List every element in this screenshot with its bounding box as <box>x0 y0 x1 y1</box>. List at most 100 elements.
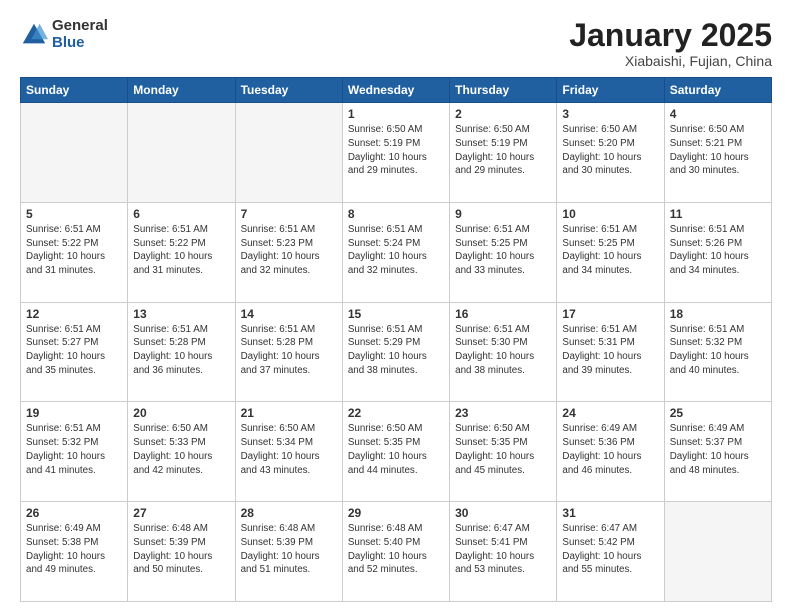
day-info: Sunrise: 6:51 AM Sunset: 5:32 PM Dayligh… <box>26 422 122 477</box>
calendar-cell: 18 Sunrise: 6:51 AM Sunset: 5:32 PM Dayli… <box>664 302 771 402</box>
calendar-cell: 23 Sunrise: 6:50 AM Sunset: 5:35 PM Dayli… <box>450 402 557 502</box>
day-number: 29 <box>348 506 444 520</box>
day-number: 11 <box>670 207 766 221</box>
calendar-cell: 8 Sunrise: 6:51 AM Sunset: 5:24 PM Daylig… <box>342 202 449 302</box>
day-number: 8 <box>348 207 444 221</box>
day-number: 22 <box>348 406 444 420</box>
calendar-cell: 7Sunrise: 6:51 AM Sunset: 5:23 PM Daylig… <box>235 202 342 302</box>
day-number: 17 <box>562 307 658 321</box>
day-info: Sunrise: 6:50 AM Sunset: 5:35 PM Dayligh… <box>455 422 551 477</box>
calendar-week-4: 26Sunrise: 6:49 AM Sunset: 5:38 PM Dayli… <box>21 502 772 602</box>
calendar-body: 1 Sunrise: 6:50 AM Sunset: 5:19 PM Daylig… <box>21 103 772 602</box>
calendar-cell: 3 Sunrise: 6:50 AM Sunset: 5:20 PM Daylig… <box>557 103 664 203</box>
day-info: Sunrise: 6:49 AM Sunset: 5:36 PM Dayligh… <box>562 422 658 477</box>
calendar-cell: 26Sunrise: 6:49 AM Sunset: 5:38 PM Dayli… <box>21 502 128 602</box>
calendar-cell: 2 Sunrise: 6:50 AM Sunset: 5:19 PM Daylig… <box>450 103 557 203</box>
day-number: 13 <box>133 307 229 321</box>
day-number: 12 <box>26 307 122 321</box>
day-info: Sunrise: 6:48 AM Sunset: 5:40 PM Dayligh… <box>348 522 444 577</box>
day-number: 23 <box>455 406 551 420</box>
calendar-cell: 16Sunrise: 6:51 AM Sunset: 5:30 PM Dayli… <box>450 302 557 402</box>
weekday-header-friday: Friday <box>557 78 664 103</box>
day-info: Sunrise: 6:51 AM Sunset: 5:24 PM Dayligh… <box>348 223 444 278</box>
weekday-header-saturday: Saturday <box>664 78 771 103</box>
day-info: Sunrise: 6:51 AM Sunset: 5:30 PM Dayligh… <box>455 323 551 378</box>
calendar-cell: 14Sunrise: 6:51 AM Sunset: 5:28 PM Dayli… <box>235 302 342 402</box>
day-info: Sunrise: 6:51 AM Sunset: 5:22 PM Dayligh… <box>133 223 229 278</box>
day-number: 6 <box>133 207 229 221</box>
header: General Blue January 2025 Xiabaishi, Fuj… <box>20 18 772 69</box>
calendar-cell: 27 Sunrise: 6:48 AM Sunset: 5:39 PM Dayli… <box>128 502 235 602</box>
day-info: Sunrise: 6:51 AM Sunset: 5:32 PM Dayligh… <box>670 323 766 378</box>
calendar-cell: 9 Sunrise: 6:51 AM Sunset: 5:25 PM Daylig… <box>450 202 557 302</box>
calendar-cell: 22 Sunrise: 6:50 AM Sunset: 5:35 PM Dayli… <box>342 402 449 502</box>
calendar-cell <box>235 103 342 203</box>
weekday-header-monday: Monday <box>128 78 235 103</box>
day-number: 27 <box>133 506 229 520</box>
day-number: 14 <box>241 307 337 321</box>
day-info: Sunrise: 6:51 AM Sunset: 5:29 PM Dayligh… <box>348 323 444 378</box>
day-info: Sunrise: 6:47 AM Sunset: 5:42 PM Dayligh… <box>562 522 658 577</box>
day-number: 30 <box>455 506 551 520</box>
day-info: Sunrise: 6:49 AM Sunset: 5:37 PM Dayligh… <box>670 422 766 477</box>
day-number: 2 <box>455 107 551 121</box>
calendar-cell: 1 Sunrise: 6:50 AM Sunset: 5:19 PM Daylig… <box>342 103 449 203</box>
day-info: Sunrise: 6:51 AM Sunset: 5:28 PM Dayligh… <box>133 323 229 378</box>
weekday-header-tuesday: Tuesday <box>235 78 342 103</box>
day-info: Sunrise: 6:50 AM Sunset: 5:21 PM Dayligh… <box>670 123 766 178</box>
calendar-cell: 11 Sunrise: 6:51 AM Sunset: 5:26 PM Dayli… <box>664 202 771 302</box>
day-info: Sunrise: 6:51 AM Sunset: 5:27 PM Dayligh… <box>26 323 122 378</box>
day-number: 21 <box>241 406 337 420</box>
day-number: 4 <box>670 107 766 121</box>
calendar-cell: 13 Sunrise: 6:51 AM Sunset: 5:28 PM Dayli… <box>128 302 235 402</box>
day-info: Sunrise: 6:50 AM Sunset: 5:19 PM Dayligh… <box>348 123 444 178</box>
calendar-cell <box>21 103 128 203</box>
day-number: 25 <box>670 406 766 420</box>
day-info: Sunrise: 6:51 AM Sunset: 5:25 PM Dayligh… <box>455 223 551 278</box>
day-number: 18 <box>670 307 766 321</box>
day-info: Sunrise: 6:51 AM Sunset: 5:25 PM Dayligh… <box>562 223 658 278</box>
calendar-cell: 24 Sunrise: 6:49 AM Sunset: 5:36 PM Dayli… <box>557 402 664 502</box>
day-number: 20 <box>133 406 229 420</box>
calendar-cell: 15 Sunrise: 6:51 AM Sunset: 5:29 PM Dayli… <box>342 302 449 402</box>
day-number: 9 <box>455 207 551 221</box>
calendar-week-2: 12 Sunrise: 6:51 AM Sunset: 5:27 PM Dayli… <box>21 302 772 402</box>
calendar-cell: 25 Sunrise: 6:49 AM Sunset: 5:37 PM Dayli… <box>664 402 771 502</box>
day-number: 5 <box>26 207 122 221</box>
day-number: 15 <box>348 307 444 321</box>
day-info: Sunrise: 6:50 AM Sunset: 5:33 PM Dayligh… <box>133 422 229 477</box>
calendar-cell: 28Sunrise: 6:48 AM Sunset: 5:39 PM Dayli… <box>235 502 342 602</box>
calendar-cell <box>128 103 235 203</box>
day-info: Sunrise: 6:48 AM Sunset: 5:39 PM Dayligh… <box>241 522 337 577</box>
day-number: 3 <box>562 107 658 121</box>
calendar-cell: 31Sunrise: 6:47 AM Sunset: 5:42 PM Dayli… <box>557 502 664 602</box>
title-block: January 2025 Xiabaishi, Fujian, China <box>569 18 772 69</box>
weekday-header-thursday: Thursday <box>450 78 557 103</box>
day-number: 24 <box>562 406 658 420</box>
day-number: 10 <box>562 207 658 221</box>
calendar-cell <box>664 502 771 602</box>
day-info: Sunrise: 6:51 AM Sunset: 5:22 PM Dayligh… <box>26 223 122 278</box>
calendar-week-3: 19 Sunrise: 6:51 AM Sunset: 5:32 PM Dayli… <box>21 402 772 502</box>
day-info: Sunrise: 6:51 AM Sunset: 5:31 PM Dayligh… <box>562 323 658 378</box>
day-info: Sunrise: 6:51 AM Sunset: 5:26 PM Dayligh… <box>670 223 766 278</box>
calendar-cell: 6 Sunrise: 6:51 AM Sunset: 5:22 PM Daylig… <box>128 202 235 302</box>
calendar-cell: 19 Sunrise: 6:51 AM Sunset: 5:32 PM Dayli… <box>21 402 128 502</box>
subtitle: Xiabaishi, Fujian, China <box>569 53 772 69</box>
calendar-cell: 4 Sunrise: 6:50 AM Sunset: 5:21 PM Daylig… <box>664 103 771 203</box>
day-info: Sunrise: 6:50 AM Sunset: 5:19 PM Dayligh… <box>455 123 551 178</box>
logo-text: General Blue <box>52 18 108 51</box>
calendar-cell: 21Sunrise: 6:50 AM Sunset: 5:34 PM Dayli… <box>235 402 342 502</box>
weekday-row: SundayMondayTuesdayWednesdayThursdayFrid… <box>21 78 772 103</box>
day-info: Sunrise: 6:49 AM Sunset: 5:38 PM Dayligh… <box>26 522 122 577</box>
day-number: 1 <box>348 107 444 121</box>
month-title: January 2025 <box>569 18 772 53</box>
day-number: 19 <box>26 406 122 420</box>
day-info: Sunrise: 6:50 AM Sunset: 5:20 PM Dayligh… <box>562 123 658 178</box>
calendar-cell: 30Sunrise: 6:47 AM Sunset: 5:41 PM Dayli… <box>450 502 557 602</box>
day-info: Sunrise: 6:48 AM Sunset: 5:39 PM Dayligh… <box>133 522 229 577</box>
day-info: Sunrise: 6:50 AM Sunset: 5:35 PM Dayligh… <box>348 422 444 477</box>
weekday-header-wednesday: Wednesday <box>342 78 449 103</box>
logo-blue: Blue <box>52 35 108 52</box>
page: General Blue January 2025 Xiabaishi, Fuj… <box>0 0 792 612</box>
